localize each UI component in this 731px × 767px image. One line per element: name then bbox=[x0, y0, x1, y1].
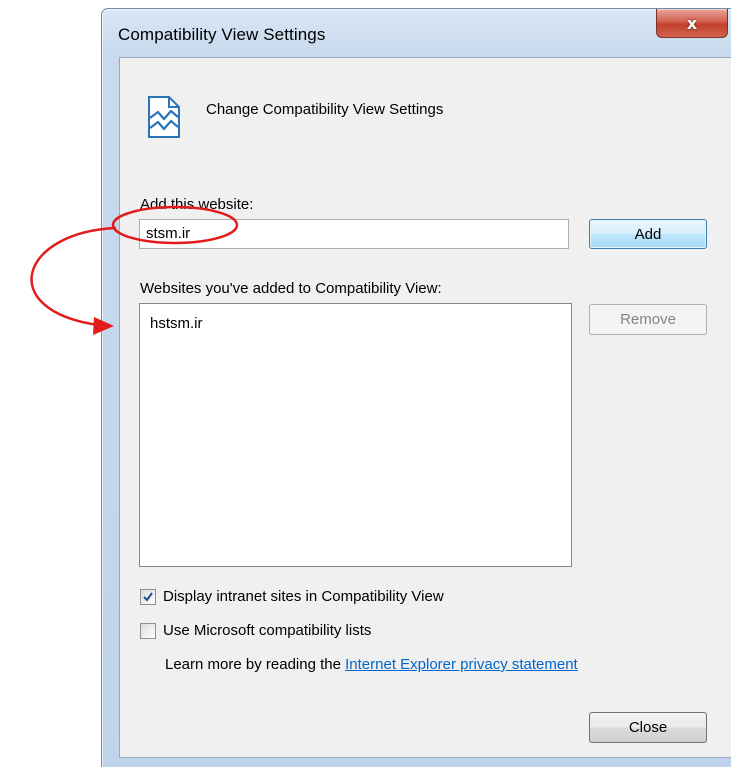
intranet-checkbox[interactable] bbox=[140, 589, 156, 605]
header-text: Change Compatibility View Settings bbox=[206, 101, 444, 118]
site-list-label: Websites you've added to Compatibility V… bbox=[140, 280, 442, 297]
remove-button[interactable]: Remove bbox=[589, 304, 707, 335]
screenshot-stage: Compatibility View Settings x Change Com… bbox=[0, 0, 731, 767]
add-site-label: Add this website: bbox=[140, 196, 254, 213]
checkmark-icon bbox=[143, 592, 153, 602]
ms-lists-checkbox[interactable] bbox=[140, 623, 156, 639]
learn-more-prefix: Learn more by reading the bbox=[165, 656, 346, 673]
ms-lists-option-label: Use Microsoft compatibility lists bbox=[163, 622, 372, 639]
close-icon: x bbox=[686, 13, 698, 33]
site-listbox[interactable]: hstsm.ir bbox=[139, 303, 572, 567]
add-button[interactable]: Add bbox=[589, 219, 707, 249]
learn-more-text: Learn more by reading the Internet Explo… bbox=[165, 656, 578, 673]
window-close-button[interactable]: x bbox=[656, 9, 728, 38]
broken-page-icon bbox=[148, 96, 180, 138]
dialog-window: Compatibility View Settings x Change Com… bbox=[101, 8, 731, 767]
window-title: Compatibility View Settings bbox=[118, 25, 326, 44]
close-button[interactable]: Close bbox=[589, 712, 707, 743]
add-site-input[interactable]: stsm.ir bbox=[139, 219, 569, 249]
list-item[interactable]: hstsm.ir bbox=[150, 315, 203, 332]
title-bar[interactable]: Compatibility View Settings x bbox=[102, 9, 731, 55]
privacy-statement-link[interactable]: Internet Explorer privacy statement bbox=[345, 656, 578, 673]
dialog-client-area: Change Compatibility View Settings Add t… bbox=[119, 57, 731, 758]
intranet-option-label: Display intranet sites in Compatibility … bbox=[163, 588, 444, 605]
